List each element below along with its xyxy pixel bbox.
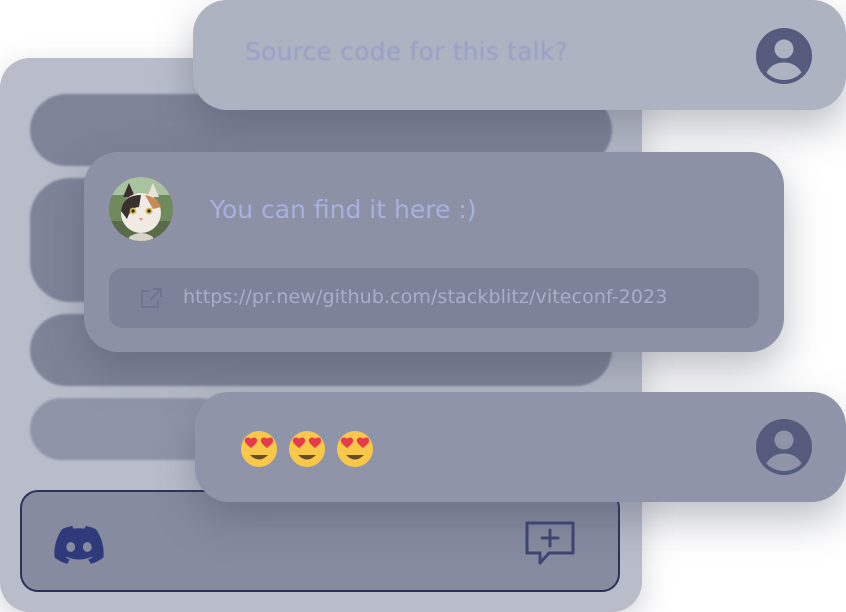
heart-eyes-emoji <box>289 431 325 467</box>
emoji-row <box>239 428 383 470</box>
external-link-icon <box>141 288 162 308</box>
heart-eyes-emoji <box>337 431 373 467</box>
discord-icon[interactable] <box>54 526 104 564</box>
message-bubble-question: Source code for this talk? <box>193 0 846 110</box>
link-preview[interactable]: https://pr.new/github.com/stackblitz/vit… <box>109 268 759 328</box>
message-bubble-answer: You can find it here :) https://pr.new/g… <box>84 152 784 352</box>
message-text: You can find it here :) <box>210 195 477 224</box>
chat-input-bar[interactable] <box>20 490 620 592</box>
user-avatar-icon <box>756 28 812 84</box>
new-message-icon[interactable] <box>524 520 576 570</box>
message-text: Source code for this talk? <box>245 37 568 66</box>
user-avatar-icon <box>756 419 812 475</box>
heart-eyes-emoji <box>241 431 277 467</box>
message-bubble-emoji <box>195 392 846 502</box>
cat-avatar <box>109 177 173 241</box>
link-url[interactable]: https://pr.new/github.com/stackblitz/vit… <box>183 286 667 308</box>
